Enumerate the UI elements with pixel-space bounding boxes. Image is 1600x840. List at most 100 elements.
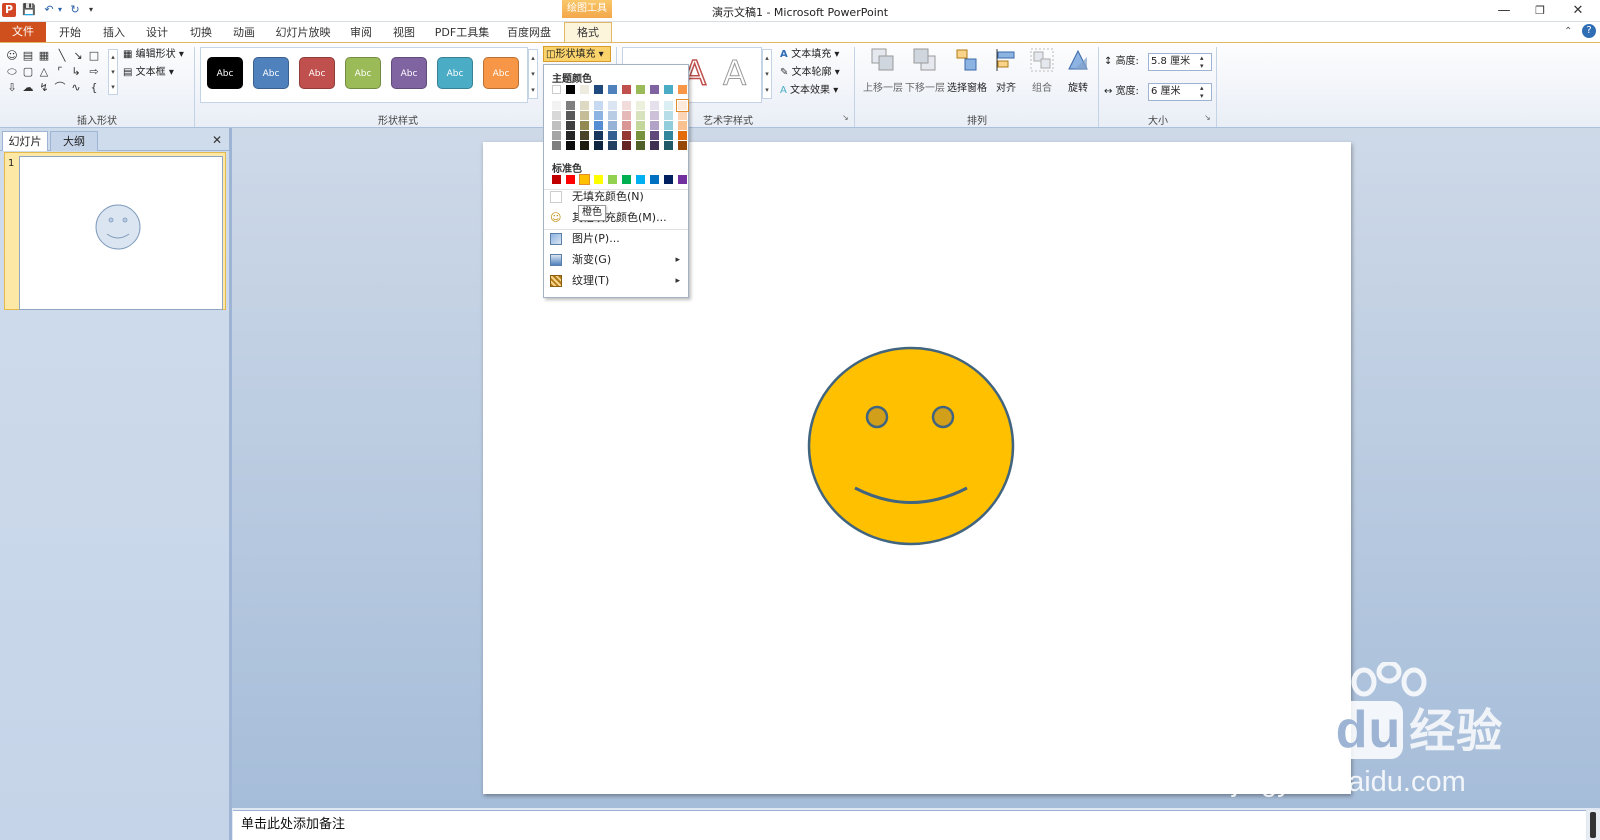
theme-color-shade-swatch[interactable]: [650, 131, 659, 140]
brace-shape-icon[interactable]: {: [88, 82, 100, 94]
theme-color-shade-swatch[interactable]: [650, 101, 659, 110]
theme-color-shade-swatch[interactable]: [608, 141, 617, 150]
edit-shape-button[interactable]: ▦ 编辑形状 ▾: [123, 47, 184, 63]
theme-color-shade-swatch[interactable]: [678, 131, 687, 140]
shapes-gallery-scroll[interactable]: ▴ ▾ ▾: [108, 49, 118, 95]
selection-pane-button[interactable]: 选择窗格: [946, 43, 988, 109]
smiley-right-eye[interactable]: [931, 405, 955, 429]
theme-color-swatch[interactable]: [608, 85, 617, 94]
theme-color-shade-swatch[interactable]: [552, 131, 561, 140]
textbox-shape-icon[interactable]: ▤: [22, 50, 34, 62]
smiley-face-circle[interactable]: [807, 346, 1015, 546]
theme-color-shade-swatch[interactable]: [678, 141, 687, 150]
shape-style-swatch[interactable]: Abc: [207, 57, 243, 89]
tab-slides[interactable]: 幻灯片: [2, 131, 48, 151]
shape-style-swatch[interactable]: Abc: [391, 57, 427, 89]
theme-color-shade-swatch[interactable]: [650, 141, 659, 150]
picture-fill-menu-item[interactable]: 图片(P)...: [544, 229, 688, 249]
theme-color-shade-swatch[interactable]: [636, 131, 645, 140]
theme-color-shade-swatch[interactable]: [566, 121, 575, 130]
theme-color-shade-swatch[interactable]: [678, 111, 687, 120]
theme-color-shade-swatch[interactable]: [566, 131, 575, 140]
shape-style-swatch[interactable]: Abc: [483, 57, 519, 89]
theme-color-shade-swatch[interactable]: [664, 111, 673, 120]
slide-thumbnail[interactable]: [19, 156, 223, 310]
theme-color-shade-swatch[interactable]: [552, 141, 561, 150]
theme-color-swatch[interactable]: [622, 85, 631, 94]
theme-color-swatch[interactable]: [552, 85, 561, 94]
undo-dropdown-icon[interactable]: ▾: [56, 3, 64, 17]
text-effects-button[interactable]: A 文本效果 ▾: [780, 83, 838, 99]
standard-color-swatch[interactable]: [552, 175, 561, 184]
theme-color-shade-swatch[interactable]: [580, 101, 589, 110]
undo-icon[interactable]: ↶: [42, 3, 56, 17]
shape-styles-scroll[interactable]: ▴ ▾ ▾: [528, 49, 538, 99]
tab-review[interactable]: 审阅: [343, 24, 379, 42]
notes-area[interactable]: 单击此处添加备注: [233, 810, 1586, 840]
triangle-shape-icon[interactable]: △: [38, 66, 50, 78]
theme-color-shade-swatch[interactable]: [678, 121, 687, 130]
theme-color-shade-swatch[interactable]: [594, 111, 603, 120]
close-window-button[interactable]: ✕: [1566, 2, 1590, 20]
theme-color-shade-swatch[interactable]: [650, 111, 659, 120]
theme-color-shade-swatch[interactable]: [622, 111, 631, 120]
tab-animations[interactable]: 动画: [226, 24, 262, 42]
standard-color-swatch[interactable]: [678, 175, 687, 184]
theme-color-shade-swatch[interactable]: [650, 121, 659, 130]
theme-color-shade-swatch[interactable]: [664, 121, 673, 130]
theme-color-shade-swatch[interactable]: [552, 121, 561, 130]
help-icon[interactable]: ?: [1582, 24, 1596, 38]
theme-color-shade-swatch[interactable]: [608, 121, 617, 130]
standard-color-swatch[interactable]: [608, 175, 617, 184]
standard-color-swatch[interactable]: [636, 175, 645, 184]
standard-color-swatch[interactable]: [650, 175, 659, 184]
theme-color-shade-swatch[interactable]: [580, 131, 589, 140]
more-fill-colors-menu-item[interactable]: ☺ 其他填充颜色(M)...: [544, 208, 688, 228]
theme-color-shade-swatch[interactable]: [594, 101, 603, 110]
shape-style-swatch[interactable]: Abc: [437, 57, 473, 89]
curve-shape-icon[interactable]: ∿: [70, 82, 82, 94]
tab-pdf-tools[interactable]: PDF工具集: [430, 24, 494, 42]
redo-icon[interactable]: ↻: [68, 3, 82, 17]
theme-color-swatch[interactable]: [594, 85, 603, 94]
minimize-button[interactable]: —: [1492, 2, 1516, 20]
tab-format[interactable]: 格式: [564, 22, 612, 43]
collapse-ribbon-icon[interactable]: ⌃: [1564, 26, 1572, 37]
rounded-rect-shape-icon[interactable]: ▢: [22, 66, 34, 78]
size-dialog-launcher-icon[interactable]: ↘: [1204, 113, 1211, 122]
bring-forward-button[interactable]: 上移一层: [862, 43, 904, 109]
customize-qat-icon[interactable]: ▾: [86, 3, 96, 17]
theme-color-shade-swatch[interactable]: [622, 121, 631, 130]
standard-color-swatch[interactable]: [594, 175, 603, 184]
tab-insert[interactable]: 插入: [96, 24, 132, 42]
tab-design[interactable]: 设计: [139, 24, 175, 42]
theme-color-shade-swatch[interactable]: [608, 131, 617, 140]
wordart-style-outline-icon[interactable]: A: [722, 54, 746, 95]
theme-color-swatch[interactable]: [566, 85, 575, 94]
tab-home[interactable]: 开始: [52, 24, 88, 42]
gradient-fill-menu-item[interactable]: 渐变(G) ▸: [544, 250, 688, 270]
tab-transitions[interactable]: 切换: [183, 24, 219, 42]
theme-color-shade-swatch[interactable]: [608, 111, 617, 120]
theme-color-shade-swatch[interactable]: [636, 141, 645, 150]
no-fill-menu-item[interactable]: 无填充颜色(N): [544, 187, 688, 207]
wordart-gallery-scroll[interactable]: ▴ ▾ ▾: [762, 49, 772, 99]
height-spinner-icon[interactable]: ▴ ▾: [1200, 54, 1204, 70]
line-shape-icon[interactable]: ╲: [56, 50, 68, 62]
theme-color-shade-swatch[interactable]: [580, 121, 589, 130]
theme-color-shade-swatch[interactable]: [622, 101, 631, 110]
shapes-gallery[interactable]: ☺ ▤ ▦ ╲ ↘ □ ⬭ ▢ △ ⌜ ↳ ⇨ ⇩ ☁ ↯ ⌒ ∿ {: [4, 48, 112, 98]
standard-color-swatch[interactable]: [664, 175, 673, 184]
elbow-arrow-shape-icon[interactable]: ↳: [70, 66, 82, 78]
width-spinner-icon[interactable]: ▴ ▾: [1200, 84, 1204, 100]
theme-color-shade-swatch[interactable]: [608, 101, 617, 110]
theme-color-swatch[interactable]: [580, 85, 589, 94]
text-fill-button[interactable]: A 文本填充 ▾: [780, 47, 839, 63]
theme-color-shade-swatch[interactable]: [594, 121, 603, 130]
tab-view[interactable]: 视图: [386, 24, 422, 42]
lightning-shape-icon[interactable]: ↯: [38, 82, 50, 94]
align-button[interactable]: 对齐: [988, 43, 1024, 109]
oval-shape-icon[interactable]: ⬭: [6, 66, 18, 78]
shape-style-swatch[interactable]: Abc: [299, 57, 335, 89]
rectangle-shape-icon[interactable]: □: [88, 50, 100, 62]
